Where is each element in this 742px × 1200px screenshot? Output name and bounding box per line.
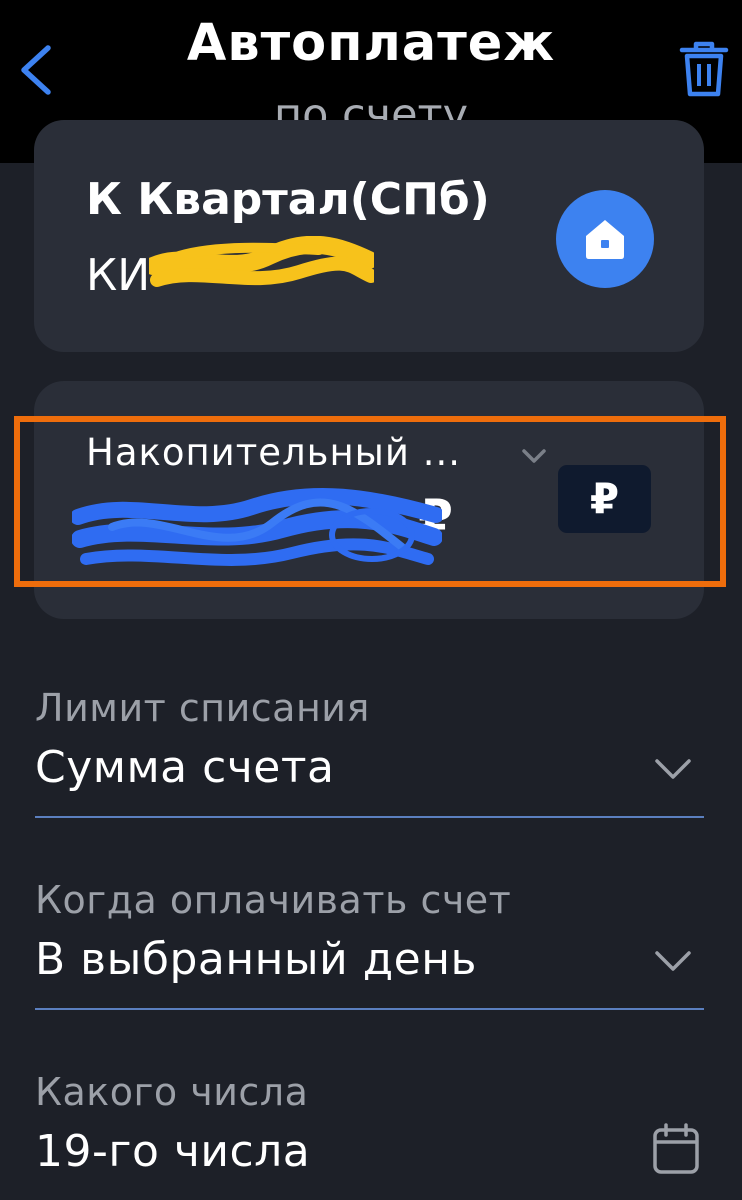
schedule-field[interactable]: Когда оплачивать счет В выбранный день xyxy=(35,878,704,1018)
calendar-icon[interactable] xyxy=(651,1122,701,1176)
payee-name: К Квартал(СПб) xyxy=(86,174,490,225)
payee-card[interactable]: К Квартал(СПб) КИ xyxy=(34,120,704,352)
house-button[interactable] xyxy=(556,190,654,288)
delete-button[interactable] xyxy=(676,38,732,100)
limit-label: Лимит списания xyxy=(35,686,370,730)
chevron-down-icon[interactable] xyxy=(653,948,693,974)
field-underline xyxy=(35,816,704,818)
day-label: Какого числа xyxy=(35,1070,309,1114)
trash-icon xyxy=(679,41,729,97)
day-field[interactable]: Какого числа 19-го числа xyxy=(35,1070,704,1200)
limit-value: Сумма счета xyxy=(35,742,335,793)
schedule-label: Когда оплачивать счет xyxy=(35,878,512,922)
payee-account: КИ xyxy=(86,250,151,301)
page-title: Автоплатеж xyxy=(186,14,556,73)
highlight-frame xyxy=(14,416,726,587)
house-icon xyxy=(586,220,624,259)
schedule-value: В выбранный день xyxy=(35,934,477,985)
limit-field[interactable]: Лимит списания Сумма счета xyxy=(35,686,704,826)
field-underline xyxy=(35,1008,704,1010)
chevron-down-icon[interactable] xyxy=(653,756,693,782)
day-value: 19-го числа xyxy=(35,1126,311,1177)
redaction-scribble xyxy=(149,236,374,287)
